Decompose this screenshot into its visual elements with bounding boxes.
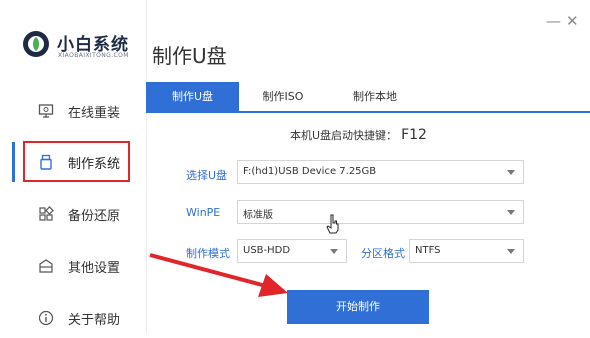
sidebar-item-other-settings[interactable]: 其他设置 <box>0 246 146 286</box>
sidebar-item-label: 关于帮助 <box>68 313 121 328</box>
sidebar-item-backup-restore[interactable]: 备份还原 <box>0 194 146 234</box>
sidebar-item-label: 在线重装 <box>68 106 121 121</box>
info-icon <box>38 310 54 326</box>
partition-select-label: 分区格式 <box>361 247 405 260</box>
winpe-select[interactable]: 标准版 <box>237 200 524 224</box>
page-title: 制作U盘 <box>152 44 227 68</box>
chevron-down-icon <box>330 249 338 254</box>
hotkey-key: F12 <box>401 127 427 143</box>
annotation-arrow <box>149 253 288 297</box>
app-subtitle: XIAOBAIXITONG.COM <box>58 52 129 59</box>
usb-select[interactable]: F:(hd1)USB Device 7.25GB <box>237 160 524 184</box>
winpe-select-value: 标准版 <box>243 210 273 221</box>
grid-icon <box>39 206 54 221</box>
tab-make-usb[interactable]: 制作U盘 <box>146 82 239 111</box>
sidebar: 小白系统 XIAOBAIXITONG.COM 在线重装 制作系统 备份还原 其他… <box>0 0 147 333</box>
usb-select-label: 选择U盘 <box>186 169 228 182</box>
chevron-down-icon <box>507 210 515 215</box>
close-button[interactable]: ✕ <box>566 12 579 30</box>
hotkey-label: 本机U盘启动快捷键： <box>290 129 398 142</box>
chevron-down-icon <box>507 249 515 254</box>
monitor-icon <box>38 104 54 118</box>
sidebar-item-about-help[interactable]: 关于帮助 <box>0 298 146 338</box>
tab-make-local[interactable]: 制作本地 <box>327 82 423 111</box>
winpe-select-label: WinPE <box>186 206 221 219</box>
usb-select-value: F:(hd1)USB Device 7.25GB <box>243 166 377 177</box>
minimize-button[interactable]: — <box>546 12 561 30</box>
tab-make-iso[interactable]: 制作ISO <box>239 82 327 111</box>
chevron-down-icon <box>507 170 515 175</box>
tab-bar: 制作U盘 制作ISO 制作本地 <box>146 82 590 113</box>
app-window: 小白系统 XIAOBAIXITONG.COM 在线重装 制作系统 备份还原 其他… <box>0 0 590 333</box>
highlight-annotation <box>23 141 130 182</box>
logo-icon <box>23 31 49 57</box>
partition-select[interactable]: NTFS <box>409 239 524 263</box>
active-indicator <box>12 142 15 182</box>
sidebar-item-label: 备份还原 <box>68 209 121 224</box>
start-make-button[interactable]: 开始制作 <box>287 290 429 324</box>
partition-select-value: NTFS <box>415 245 441 256</box>
sidebar-item-online-reinstall[interactable]: 在线重装 <box>0 91 146 131</box>
hotkey-hint: 本机U盘启动快捷键： F12 <box>290 127 427 143</box>
app-logo: 小白系统 XIAOBAIXITONG.COM <box>22 28 142 64</box>
box-icon <box>39 259 53 273</box>
hand-cursor-icon <box>326 214 339 234</box>
sidebar-item-label: 其他设置 <box>68 261 121 276</box>
